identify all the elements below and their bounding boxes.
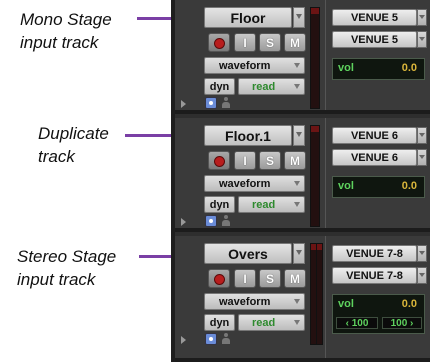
playlist-selector[interactable]: waveform [204, 293, 305, 310]
track-name-menu-icon[interactable] [293, 7, 305, 28]
volume-display[interactable]: vol 0.0 [332, 176, 425, 198]
volume-value: 0.0 [401, 180, 417, 192]
annotation-stereo-stage: Stereo Stage input track [17, 245, 116, 291]
meter-peak [317, 244, 322, 250]
pan-left-value[interactable]: ‹ 100 [336, 317, 378, 329]
output-selector[interactable]: VENUE 6 [332, 149, 417, 166]
annotation-line: track [38, 147, 75, 166]
level-meter-right [316, 243, 323, 345]
solo-button[interactable]: S [259, 151, 281, 170]
playlist-selector[interactable]: waveform [204, 57, 305, 74]
meter-peak [311, 126, 319, 132]
track-name-menu-icon[interactable] [293, 243, 305, 264]
output-selector[interactable]: VENUE 5 [332, 9, 417, 26]
input-monitor-button[interactable]: I [234, 33, 256, 52]
expand-icon[interactable] [181, 336, 186, 344]
dyn-button[interactable]: dyn [204, 314, 235, 331]
record-enable-button[interactable] [208, 33, 230, 52]
playlist-selector[interactable]: waveform [204, 175, 305, 192]
volume-value: 0.0 [401, 298, 417, 310]
annotation-line: Duplicate [38, 124, 109, 143]
record-enable-button[interactable] [208, 151, 230, 170]
person-icon [221, 97, 231, 109]
input-monitor-button[interactable]: I [234, 269, 256, 288]
track-name-button[interactable]: Overs [204, 243, 292, 264]
volume-display[interactable]: vol 0.0 ‹ 100 100 › [332, 294, 425, 334]
annotation-line: input track [17, 270, 96, 289]
output-selector[interactable]: VENUE 7-8 [332, 267, 417, 284]
level-meter [310, 125, 320, 227]
mute-button[interactable]: M [284, 33, 306, 52]
mix-panel: Floor I S M waveform dyn read VENUE 5 VE… [171, 0, 430, 362]
mute-button[interactable]: M [284, 151, 306, 170]
solo-button[interactable]: S [259, 33, 281, 52]
person-icon [221, 215, 231, 227]
input-monitor-button[interactable]: I [234, 151, 256, 170]
volume-display[interactable]: vol 0.0 [332, 58, 425, 80]
annotation-line: Mono Stage [20, 10, 112, 29]
column-divider [325, 118, 326, 228]
expand-icon[interactable] [181, 218, 186, 226]
person-icon [221, 333, 231, 345]
output-selector[interactable]: VENUE 6 [332, 127, 417, 144]
dyn-button[interactable]: dyn [204, 196, 235, 213]
column-divider [325, 236, 326, 358]
mute-button[interactable]: M [284, 269, 306, 288]
automation-mode-selector[interactable]: read [238, 314, 305, 331]
output-menu-icon[interactable] [417, 245, 427, 262]
volume-label: vol [338, 298, 354, 310]
record-enable-button[interactable] [208, 269, 230, 288]
voice-icon[interactable] [205, 215, 217, 227]
level-meter [310, 7, 320, 109]
output-menu-icon[interactable] [417, 149, 427, 166]
voice-icon[interactable] [205, 97, 217, 109]
track-name-button[interactable]: Floor.1 [204, 125, 292, 146]
annotation-mono-stage: Mono Stage input track [20, 8, 112, 54]
volume-label: vol [338, 62, 354, 74]
track-strip: Overs I S M waveform dyn read VENUE 7-8 … [175, 236, 430, 362]
track-strip: Floor I S M waveform dyn read VENUE 5 VE… [175, 0, 430, 114]
annotation-line: Stereo Stage [17, 247, 117, 266]
automation-mode-selector[interactable]: read [238, 196, 305, 213]
output-menu-icon[interactable] [417, 127, 427, 144]
volume-label: vol [338, 180, 354, 192]
output-menu-icon[interactable] [417, 9, 427, 26]
annotation-duplicate: Duplicate track [38, 122, 109, 168]
meter-peak [311, 8, 319, 14]
pan-right-value[interactable]: 100 › [382, 317, 422, 329]
annotation-line: input track [20, 33, 99, 52]
expand-icon[interactable] [181, 100, 186, 108]
solo-button[interactable]: S [259, 269, 281, 288]
volume-value: 0.0 [401, 62, 417, 74]
output-selector[interactable]: VENUE 5 [332, 31, 417, 48]
output-menu-icon[interactable] [417, 267, 427, 284]
track-strip: Floor.1 I S M waveform dyn read VENUE 6 … [175, 118, 430, 232]
output-selector[interactable]: VENUE 7-8 [332, 245, 417, 262]
dyn-button[interactable]: dyn [204, 78, 235, 95]
voice-icon[interactable] [205, 333, 217, 345]
column-divider [325, 0, 326, 110]
output-menu-icon[interactable] [417, 31, 427, 48]
track-name-menu-icon[interactable] [293, 125, 305, 146]
track-name-button[interactable]: Floor [204, 7, 292, 28]
automation-mode-selector[interactable]: read [238, 78, 305, 95]
